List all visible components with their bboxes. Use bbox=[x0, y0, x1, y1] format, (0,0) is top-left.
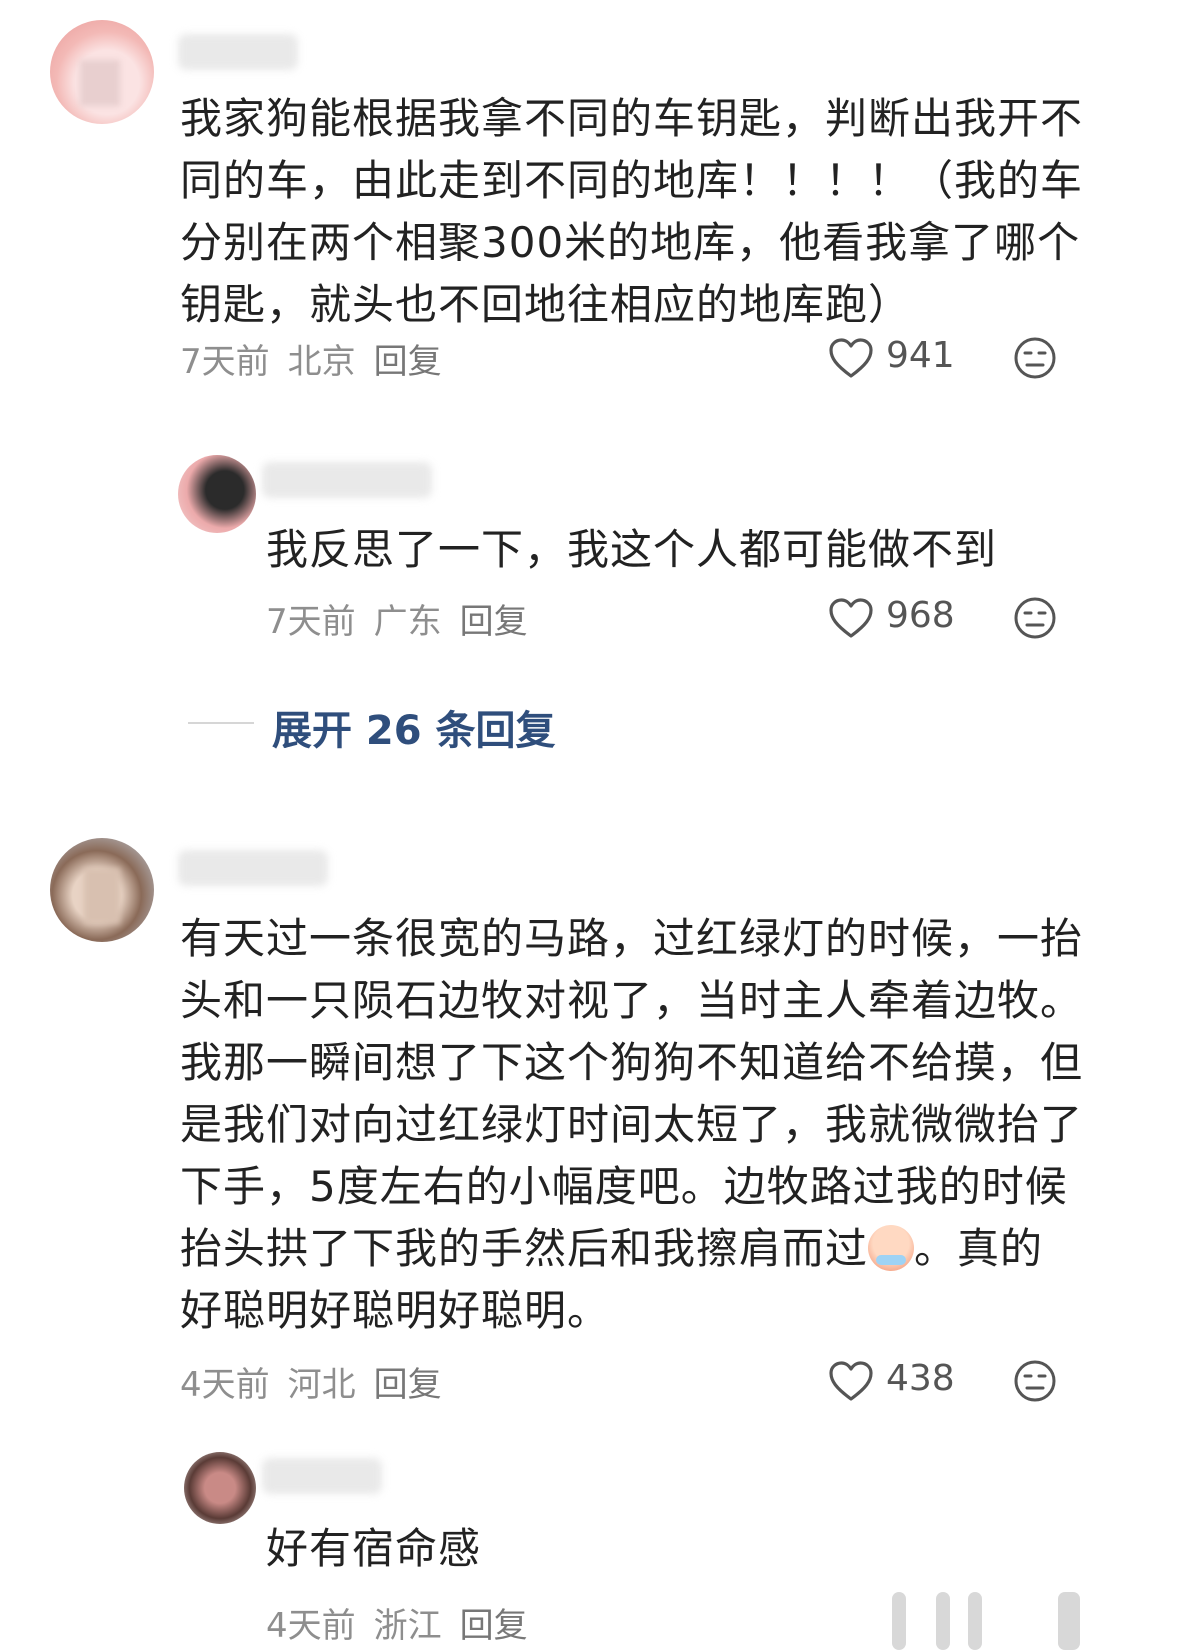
heart-outline-icon[interactable] bbox=[828, 337, 874, 379]
comment-text: 有天过一条很宽的马路，过红绿灯的时候，一抬头和一只陨石边牧对视了，当时主人牵着边… bbox=[180, 908, 1085, 1342]
comment-time: 7天前 bbox=[180, 342, 270, 382]
reply-username-blurred[interactable] bbox=[262, 1458, 382, 1494]
reply-button[interactable]: 回复 bbox=[374, 1365, 442, 1405]
reply-button[interactable]: 回复 bbox=[374, 342, 442, 382]
username-blurred[interactable] bbox=[178, 850, 328, 886]
reply-meta: 4天前 浙江 回复 bbox=[266, 1598, 546, 1647]
reply-time: 7天前 bbox=[266, 602, 356, 642]
reply-location: 广东 bbox=[373, 602, 442, 642]
comment-time: 4天前 bbox=[180, 1365, 270, 1405]
expand-divider bbox=[188, 722, 254, 724]
neutral-face-icon[interactable] bbox=[1013, 1359, 1057, 1403]
reply-button[interactable]: 回复 bbox=[460, 1606, 528, 1646]
partial-icon bbox=[1058, 1592, 1080, 1650]
comment-location: 北京 bbox=[287, 342, 356, 382]
comment-meta: 4天前 河北 回复 bbox=[180, 1357, 460, 1406]
avatar[interactable] bbox=[50, 838, 154, 942]
like-count: 438 bbox=[886, 1358, 955, 1399]
expand-replies-button[interactable]: 展开 26 条回复 bbox=[272, 698, 556, 756]
username-blurred[interactable] bbox=[178, 34, 298, 70]
reply-button[interactable]: 回复 bbox=[460, 602, 528, 642]
comment-text-part: 有天过一条很宽的马路，过红绿灯的时候，一抬头和一只陨石边牧对视了，当时主人牵着边… bbox=[180, 914, 1084, 1273]
partial-icon bbox=[936, 1592, 950, 1650]
neutral-face-icon[interactable] bbox=[1013, 596, 1057, 640]
reply-username-blurred[interactable] bbox=[262, 462, 432, 498]
reply-location: 浙江 bbox=[373, 1606, 442, 1646]
reply-text: 我反思了一下，我这个人都可能做不到 bbox=[266, 525, 998, 574]
reply-text: 好有宿命感 bbox=[266, 1524, 482, 1573]
crying-laughing-emoji bbox=[868, 1225, 915, 1271]
comment-text: 我家狗能根据我拿不同的车钥匙，判断出我开不同的车，由此走到不同的地库！！！！（我… bbox=[180, 94, 1084, 329]
partial-icon bbox=[892, 1592, 906, 1650]
comment-meta: 7天前 北京 回复 bbox=[180, 334, 460, 383]
reply-avatar[interactable] bbox=[178, 455, 256, 533]
reply-avatar[interactable] bbox=[184, 1452, 256, 1524]
neutral-face-icon[interactable] bbox=[1013, 336, 1057, 380]
partial-icon bbox=[968, 1592, 982, 1650]
reply-time: 4天前 bbox=[266, 1606, 356, 1646]
comment-location: 河北 bbox=[287, 1365, 356, 1405]
like-count: 968 bbox=[886, 595, 955, 636]
heart-outline-icon[interactable] bbox=[828, 597, 874, 639]
heart-outline-icon[interactable] bbox=[828, 1360, 874, 1402]
reply-meta: 7天前 广东 回复 bbox=[266, 594, 546, 643]
like-count: 941 bbox=[886, 335, 955, 376]
avatar[interactable] bbox=[50, 20, 154, 124]
